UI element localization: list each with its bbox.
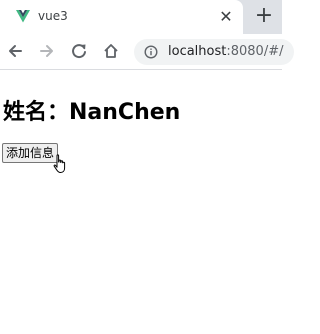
forward-icon[interactable] (38, 42, 56, 60)
name-heading: 姓名：NanChen (3, 100, 181, 125)
back-icon[interactable] (6, 42, 24, 60)
url-text: localhost:8080/#/ (168, 44, 283, 59)
url-path: :8080/#/ (226, 44, 284, 59)
close-icon[interactable]: ✕ (217, 8, 235, 26)
tab-title: vue3 (38, 9, 68, 23)
page-content: 姓名：NanChen 添加信息 (0, 70, 282, 334)
address-bar[interactable]: localhost:8080/#/ (134, 39, 294, 65)
vue-logo-icon (16, 10, 30, 23)
tab-strip: vue3 ✕ + (0, 0, 282, 34)
tab-vue3[interactable]: vue3 ✕ (0, 0, 243, 34)
reload-icon[interactable] (70, 42, 88, 60)
add-info-button[interactable]: 添加信息 (2, 143, 59, 163)
mouse-cursor-icon (53, 154, 66, 173)
url-host: localhost (168, 44, 227, 59)
home-icon[interactable] (102, 42, 120, 60)
plus-icon[interactable]: + (252, 5, 276, 29)
info-icon[interactable] (144, 45, 158, 59)
